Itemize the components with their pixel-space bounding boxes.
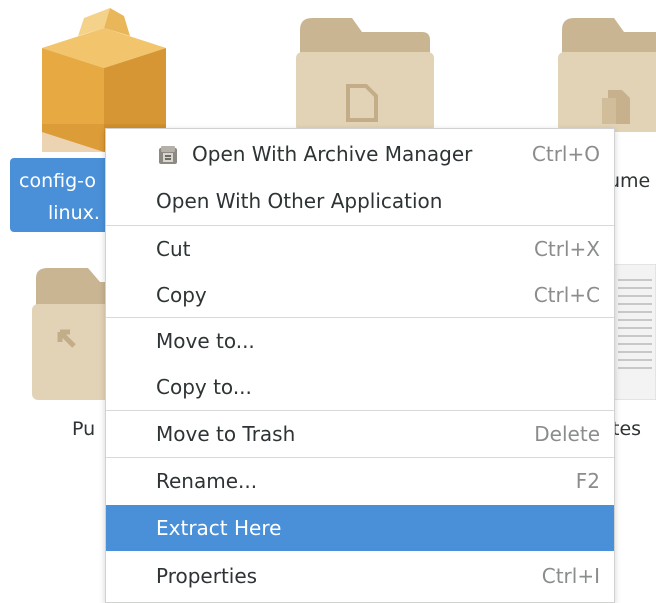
- menu-item-label: Properties: [156, 564, 258, 588]
- menu-item-open-other-app[interactable]: Open With Other Application: [106, 178, 614, 224]
- documents-folder-icon[interactable]: [556, 14, 656, 132]
- menu-item-label: Copy to...: [156, 375, 252, 399]
- templates-label-partial: tes: [612, 418, 642, 440]
- menu-item-label: Copy: [156, 283, 207, 307]
- menu-item-shortcut: Ctrl+O: [531, 142, 600, 166]
- menu-item-shortcut: Ctrl+X: [533, 237, 600, 261]
- menu-item-copy-to[interactable]: Copy to...: [106, 364, 614, 410]
- selected-item-label-line1: config-o: [19, 170, 96, 192]
- archive-manager-icon: [159, 146, 177, 164]
- menu-item-move-to[interactable]: Move to...: [106, 318, 614, 364]
- menu-item-shortcut: Ctrl+I: [541, 564, 600, 588]
- menu-item-label: Cut: [156, 237, 191, 261]
- menu-item-rename[interactable]: Rename... F2: [106, 458, 614, 504]
- document-thumbnail-icon[interactable]: [612, 264, 656, 400]
- menu-item-label: Move to Trash: [156, 422, 296, 446]
- menu-item-copy[interactable]: Copy Ctrl+C: [106, 272, 614, 318]
- menu-item-label: Open With Archive Manager: [192, 142, 473, 166]
- folder-icon[interactable]: [294, 14, 434, 132]
- selected-item-label-line2: linux.: [48, 202, 100, 224]
- menu-item-move-to-trash[interactable]: Move to Trash Delete: [106, 411, 614, 457]
- context-menu: Open With Archive Manager Ctrl+O Open Wi…: [105, 128, 615, 603]
- menu-item-properties[interactable]: Properties Ctrl+I: [106, 553, 614, 599]
- menu-item-cut[interactable]: Cut Ctrl+X: [106, 226, 614, 272]
- menu-item-label: Rename...: [156, 469, 258, 493]
- menu-item-open-archive-manager[interactable]: Open With Archive Manager Ctrl+O: [106, 131, 614, 177]
- public-folder-icon[interactable]: [30, 264, 110, 400]
- public-label-partial: Pu: [72, 418, 96, 440]
- menu-item-shortcut: Ctrl+C: [533, 283, 600, 307]
- menu-item-label: Extract Here: [156, 516, 282, 540]
- menu-item-label: Open With Other Application: [156, 189, 443, 213]
- menu-item-shortcut: Delete: [534, 422, 600, 446]
- menu-item-label: Move to...: [156, 329, 255, 353]
- menu-item-extract-here[interactable]: Extract Here: [106, 505, 614, 551]
- menu-item-shortcut: F2: [575, 469, 600, 493]
